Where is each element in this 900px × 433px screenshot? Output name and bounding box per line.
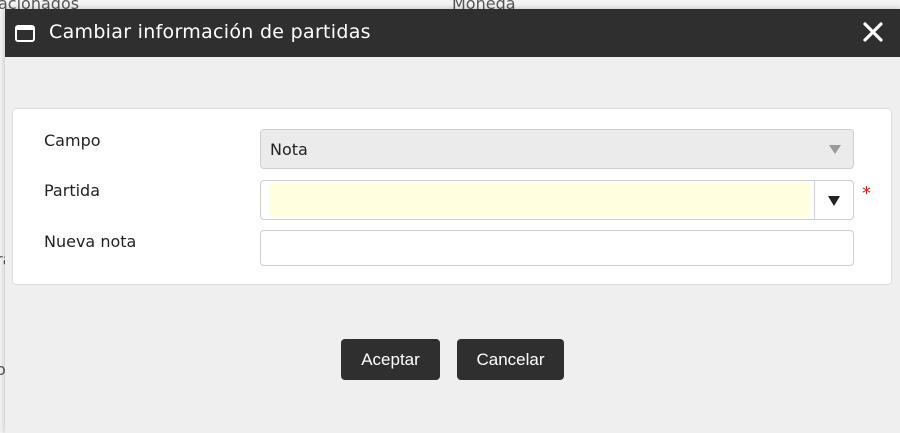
nueva-nota-input[interactable]	[260, 230, 854, 266]
partida-label: Partida	[44, 181, 100, 200]
required-indicator: *	[862, 183, 871, 204]
accept-button[interactable]: Aceptar	[341, 339, 440, 380]
chevron-down-icon	[829, 145, 841, 154]
cancel-button[interactable]: Cancelar	[457, 339, 564, 380]
close-icon	[863, 22, 883, 42]
close-button[interactable]	[860, 19, 886, 45]
dialog-titlebar[interactable]: Cambiar información de partidas	[5, 9, 900, 57]
change-items-dialog: Cambiar información de partidas Campo No…	[5, 9, 900, 433]
form-panel: Campo Nota Partida * Nueva nota	[12, 108, 892, 285]
nueva-nota-label: Nueva nota	[44, 232, 137, 251]
window-icon	[15, 25, 35, 42]
campo-selected-value: Nota	[270, 140, 308, 159]
partida-combobox[interactable]	[260, 180, 854, 220]
campo-select[interactable]: Nota	[260, 129, 854, 169]
partida-input[interactable]	[269, 183, 809, 217]
chevron-down-icon	[828, 196, 840, 206]
partida-dropdown-button[interactable]	[814, 181, 853, 219]
dialog-title: Cambiar información de partidas	[49, 21, 371, 43]
campo-label: Campo	[44, 131, 101, 150]
